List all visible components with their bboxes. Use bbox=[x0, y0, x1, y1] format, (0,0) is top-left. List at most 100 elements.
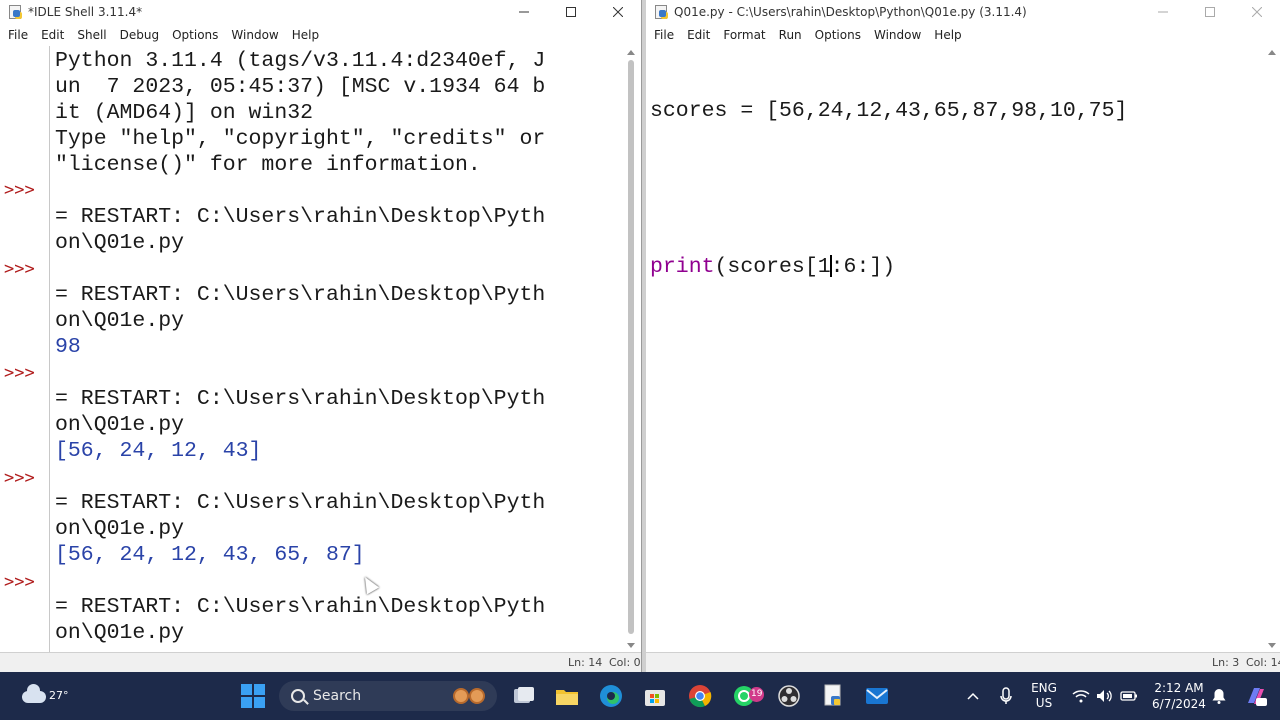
shell-prompt: >>> bbox=[4, 363, 35, 383]
windows-icon bbox=[241, 684, 265, 708]
menu-debug[interactable]: Debug bbox=[114, 28, 166, 42]
menu-options[interactable]: Options bbox=[166, 28, 225, 42]
search-box[interactable]: Search bbox=[279, 681, 497, 711]
chevron-up-icon bbox=[967, 692, 979, 700]
language-code: ENG bbox=[1031, 681, 1057, 695]
file-explorer-button[interactable] bbox=[553, 682, 581, 710]
shell-line: on\Q01e.py bbox=[55, 621, 185, 645]
close-button[interactable] bbox=[1233, 0, 1280, 23]
copilot-button[interactable] bbox=[1242, 672, 1270, 720]
scroll-up-icon[interactable] bbox=[1268, 50, 1276, 55]
shell-line: = RESTART: C:\Users\rahin\Desktop\Pyth bbox=[55, 387, 546, 411]
menu-edit[interactable]: Edit bbox=[681, 28, 717, 42]
whatsapp-button[interactable]: 19 bbox=[730, 682, 765, 710]
shell-line: on\Q01e.py bbox=[55, 517, 185, 541]
menu-file[interactable]: File bbox=[2, 28, 35, 42]
close-icon bbox=[1251, 6, 1262, 17]
shell-text[interactable]: Python 3.11.4 (tags/v3.11.4:d2340ef, Jun… bbox=[55, 48, 625, 646]
mail-icon bbox=[866, 688, 888, 704]
temperature: 27° bbox=[49, 689, 69, 702]
editor-line-number: Ln: 3 bbox=[1212, 656, 1240, 669]
menu-window[interactable]: Window bbox=[225, 28, 285, 42]
code-line[interactable] bbox=[650, 176, 1270, 202]
chrome-icon bbox=[689, 685, 712, 708]
scroll-down-icon[interactable] bbox=[627, 643, 635, 648]
editor-col-number: Col: 14 bbox=[1246, 656, 1280, 669]
editor-scrollbar[interactable] bbox=[1266, 46, 1278, 652]
scroll-down-icon[interactable] bbox=[1268, 643, 1276, 648]
maximize-button[interactable] bbox=[547, 0, 594, 23]
task-view-icon bbox=[514, 687, 534, 703]
menu-window[interactable]: Window bbox=[868, 28, 928, 42]
store-icon bbox=[645, 690, 665, 706]
wifi-button[interactable] bbox=[1070, 672, 1092, 720]
weather-widget[interactable]: 27° bbox=[18, 680, 69, 712]
close-button[interactable] bbox=[594, 0, 641, 23]
language-indicator[interactable]: ENG US bbox=[1026, 672, 1062, 720]
menu-help[interactable]: Help bbox=[286, 28, 326, 42]
minimize-button[interactable] bbox=[500, 0, 547, 23]
menu-options[interactable]: Options bbox=[809, 28, 868, 42]
shell-prompt: >>> bbox=[4, 468, 35, 488]
copilot-icon bbox=[1248, 688, 1267, 706]
start-button[interactable] bbox=[239, 682, 267, 710]
menu-help[interactable]: Help bbox=[928, 28, 968, 42]
store-button[interactable] bbox=[641, 682, 669, 710]
notifications-button[interactable] bbox=[1208, 672, 1230, 720]
close-icon bbox=[612, 6, 623, 17]
obs-icon bbox=[778, 685, 800, 707]
code-editor[interactable]: scores = [56,24,12,43,65,87,98,10,75] pr… bbox=[650, 46, 1270, 332]
notification-badge: 19 bbox=[749, 687, 765, 702]
shell-statusbar: Ln: 14 Col: 0 bbox=[0, 652, 641, 672]
edge-button[interactable] bbox=[597, 682, 625, 710]
maximize-button[interactable] bbox=[1186, 0, 1233, 23]
task-view-button[interactable] bbox=[510, 682, 538, 710]
shell-output-area[interactable]: >>> >>> >>> >>> >>> Python 3.11.4 (tags/… bbox=[0, 46, 641, 652]
folder-icon bbox=[556, 690, 578, 705]
shell-titlebar[interactable]: *IDLE Shell 3.11.4* bbox=[0, 0, 641, 23]
scroll-up-icon[interactable] bbox=[627, 50, 635, 55]
obs-button[interactable] bbox=[775, 682, 803, 710]
shell-output-line: [56, 24, 12, 43] bbox=[55, 439, 262, 463]
menu-format[interactable]: Format bbox=[717, 28, 772, 42]
shell-line: = RESTART: C:\Users\rahin\Desktop\Pyth bbox=[55, 595, 546, 619]
editor-window: Q01e.py - C:\Users\rahin\Desktop\Python\… bbox=[646, 0, 1280, 672]
scroll-thumb[interactable] bbox=[628, 60, 634, 634]
clock[interactable]: 2:12 AM 6/7/2024 bbox=[1146, 680, 1212, 712]
battery-icon bbox=[1120, 691, 1137, 701]
maximize-icon bbox=[1204, 6, 1215, 17]
wifi-icon bbox=[1072, 690, 1090, 703]
menu-shell[interactable]: Shell bbox=[71, 28, 113, 42]
shell-line: on\Q01e.py bbox=[55, 413, 185, 437]
mail-button[interactable] bbox=[863, 682, 891, 710]
code-fragment: (scores[1 bbox=[714, 255, 831, 279]
search-label: Search bbox=[313, 688, 362, 704]
battery-button[interactable] bbox=[1118, 672, 1140, 720]
menu-edit[interactable]: Edit bbox=[35, 28, 71, 42]
editor-title: Q01e.py - C:\Users\rahin\Desktop\Python\… bbox=[674, 4, 1027, 19]
chrome-button[interactable] bbox=[686, 682, 714, 710]
minimize-icon bbox=[1157, 11, 1168, 12]
code-line[interactable]: scores = [56,24,12,43,65,87,98,10,75] bbox=[650, 98, 1270, 124]
microphone-button[interactable] bbox=[996, 672, 1016, 720]
menu-file[interactable]: File bbox=[648, 28, 681, 42]
volume-button[interactable] bbox=[1094, 672, 1116, 720]
edge-icon bbox=[600, 685, 622, 707]
idle-taskbar-button[interactable] bbox=[819, 682, 847, 710]
code-fragment: :6:]) bbox=[830, 255, 896, 279]
shell-col-number: Col: 0 bbox=[609, 656, 641, 669]
shell-title: *IDLE Shell 3.11.4* bbox=[28, 4, 143, 19]
clock-date: 6/7/2024 bbox=[1152, 697, 1206, 711]
microphone-icon bbox=[1000, 687, 1012, 704]
code-line[interactable]: print(scores[1:6:]) bbox=[650, 254, 1270, 280]
editor-titlebar[interactable]: Q01e.py - C:\Users\rahin\Desktop\Python\… bbox=[646, 0, 1280, 23]
shell-line-number: Ln: 14 bbox=[568, 656, 603, 669]
shell-scrollbar[interactable] bbox=[625, 46, 637, 652]
menu-run[interactable]: Run bbox=[773, 28, 809, 42]
tray-overflow-button[interactable] bbox=[963, 672, 983, 720]
minimize-button[interactable] bbox=[1139, 0, 1186, 23]
